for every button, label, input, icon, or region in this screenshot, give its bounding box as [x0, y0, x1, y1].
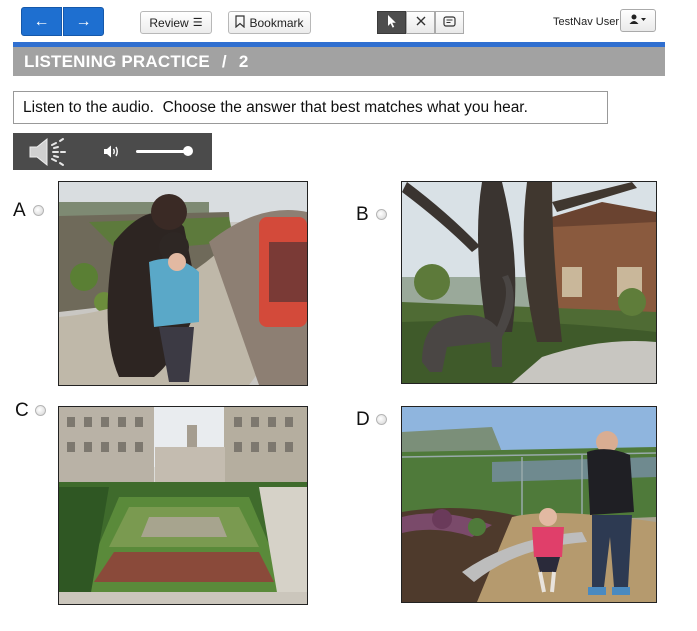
option-c-radio[interactable] — [35, 405, 46, 416]
volume-icon[interactable] — [103, 144, 123, 164]
question-number: 2 — [238, 52, 249, 71]
user-icon — [629, 14, 647, 27]
pointer-icon — [387, 14, 397, 31]
option-a-radio[interactable] — [33, 205, 44, 216]
review-button[interactable]: Review ☰ — [140, 11, 212, 34]
section-title: LISTENING PRACTICE — [24, 52, 210, 71]
volume-slider-handle[interactable] — [182, 146, 193, 156]
bookmark-icon — [235, 14, 246, 31]
next-button[interactable]: → — [63, 7, 104, 36]
question-prompt: Listen to the audio. Choose the answer t… — [13, 91, 608, 124]
bookmark-label: Bookmark — [249, 15, 304, 30]
option-d-radio[interactable] — [376, 414, 387, 425]
notepad-tool-button[interactable] — [435, 11, 464, 34]
pointer-tool-button[interactable] — [377, 11, 406, 34]
tool-selector — [377, 11, 464, 34]
option-a-image[interactable] — [58, 181, 308, 386]
notepad-icon — [443, 15, 456, 30]
arrow-left-icon: ← — [33, 12, 50, 30]
audio-player — [13, 133, 212, 170]
option-a-letter: A — [13, 200, 26, 221]
formal-garden-photo — [59, 407, 307, 604]
user-menu-button[interactable] — [620, 9, 656, 32]
eliminator-icon — [415, 15, 427, 30]
elephant-statue-under-tree-photo — [402, 182, 656, 383]
woman-with-child-on-bench-photo — [59, 182, 307, 385]
option-b-letter: B — [356, 204, 369, 225]
arrow-right-icon: → — [75, 12, 92, 30]
man-and-girl-in-garden-photo — [402, 407, 656, 602]
option-b-image[interactable] — [401, 181, 657, 384]
section-title-bar: LISTENING PRACTICE / 2 — [13, 47, 665, 76]
option-d-letter: D — [356, 409, 370, 430]
bookmark-button[interactable]: Bookmark — [228, 11, 311, 34]
review-label: Review — [149, 15, 189, 30]
answer-eliminator-tool-button[interactable] — [406, 11, 435, 34]
list-icon: ☰ — [192, 17, 203, 29]
option-c-letter: C — [15, 400, 29, 421]
toolbar: ← → Review ☰ Bookmark TestNav User — [0, 0, 697, 42]
speaker-play-icon[interactable] — [26, 137, 70, 172]
option-d-image[interactable] — [401, 406, 657, 603]
option-b-radio[interactable] — [376, 209, 387, 220]
back-button[interactable]: ← — [21, 7, 62, 36]
section-separator: / — [221, 52, 227, 71]
option-c-image[interactable] — [58, 406, 308, 605]
user-name: TestNav User — [553, 16, 620, 28]
